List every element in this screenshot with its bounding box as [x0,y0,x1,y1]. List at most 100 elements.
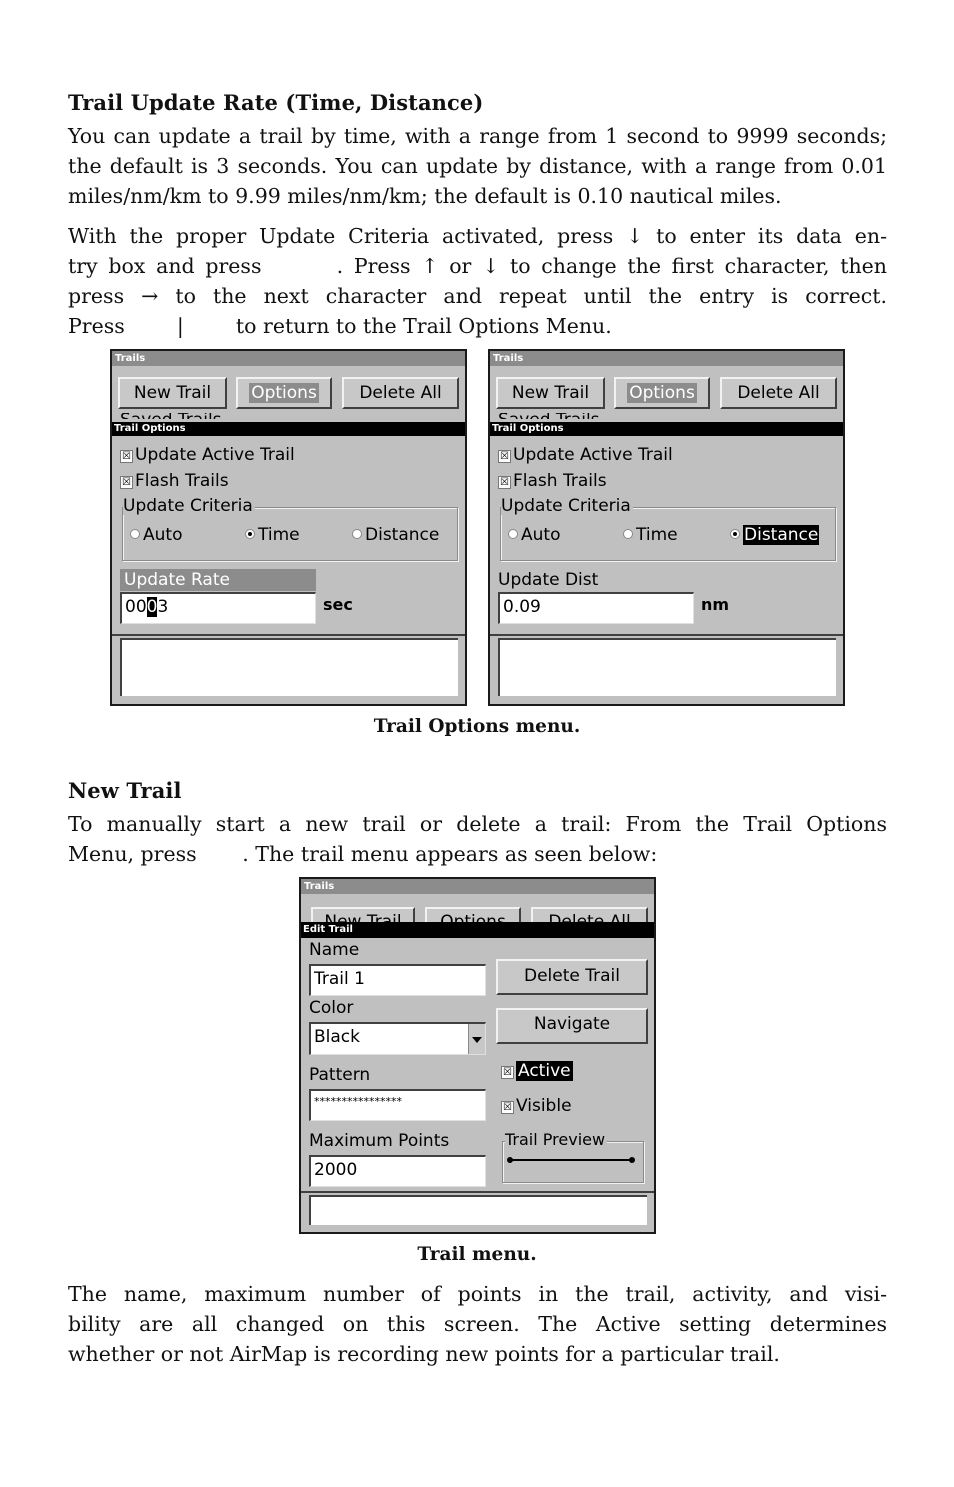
paragraph-new-trail: To manually start a new trail or delete … [68,809,887,869]
radio-time[interactable]: Time [245,525,300,545]
radio-label: Time [636,525,678,545]
radio-label: Auto [521,525,561,545]
paragraph-line: bility are all changed on this screen. T… [68,1312,887,1336]
update-criteria-label: Update Criteria [123,496,255,516]
divider [112,634,465,636]
radio-label: Distance [743,525,820,545]
saved-trails-label-partial: Saved Trails [120,413,320,419]
trail-preview-line-icon [507,1157,635,1163]
pattern-input[interactable]: **************** [309,1089,486,1121]
radio-label: Auto [143,525,183,545]
radio-unselected-icon [623,529,633,539]
radio-time[interactable]: Time [623,525,678,545]
update-dist-input[interactable]: 0.09 [498,592,694,624]
color-label: Color [309,998,354,1018]
radio-distance[interactable]: Distance [352,525,439,545]
paragraph-line: Menu, press . The trail menu appears as … [68,842,658,866]
color-select-value: Black [314,1027,360,1047]
checkbox-visible[interactable]: ☒ Visible [501,1096,572,1116]
window-title: Trails [301,879,654,894]
checkbox-checked-icon: ☒ [120,450,133,463]
trail-options-screen-distance: Trails New Trail Options Delete All Save… [488,349,845,706]
checkbox-update-active-trail[interactable]: ☒ Update Active Trail [498,445,673,465]
pattern-label: Pattern [309,1065,371,1085]
radio-label: Distance [365,525,440,545]
unit-label: nm [701,595,730,614]
options-button-label: Options [627,383,697,403]
checkbox-checked-icon: ☒ [501,1101,514,1114]
checkbox-checked-icon: ☒ [498,450,511,463]
radio-selected-icon [245,529,255,539]
checkbox-label: Active [516,1061,573,1081]
options-button[interactable]: Options [614,377,710,409]
trail-preview-label: Trail Preview [505,1130,608,1149]
edit-cursor: 0 [146,597,158,617]
paragraph-line: The name, maximum number of points in th… [68,1282,887,1306]
update-dist-label: Update Dist [498,570,599,590]
submenu-title: Trail Options [112,422,465,436]
navigate-button[interactable]: Navigate [496,1008,648,1044]
divider [301,1191,654,1193]
paragraph-line: You can update a trail by time, with a r… [68,124,887,148]
color-select[interactable]: Black [309,1022,486,1055]
trail-options-screen-time: Trails New Trail Options Delete All Save… [110,349,467,706]
delete-trail-button[interactable]: Delete Trail [496,959,648,995]
name-input[interactable]: Trail 1 [309,964,486,996]
radio-unselected-icon [508,529,518,539]
figure-caption-trail-options: Trail Options menu. [373,716,581,737]
edit-trail-screen: Trails New Trail Options Delete All Edit… [299,877,656,1234]
figure-caption-trail-menu: Trail menu. [417,1244,537,1265]
options-button[interactable]: Options [236,377,332,409]
paragraph-line: To manually start a new trail or delete … [68,812,887,836]
max-points-label: Maximum Points [309,1131,450,1151]
checkbox-checked-icon: ☒ [498,476,511,489]
unit-label: sec [323,595,353,614]
update-rate-label: Update Rate [120,569,316,591]
paragraph-line: Press | to return to the Trail Options M… [68,314,612,338]
radio-unselected-icon [352,529,362,539]
message-area [498,638,836,696]
paragraph-line: the default is 3 seconds. You can update… [68,154,887,178]
checkbox-flash-trails[interactable]: ☒ Flash Trails [120,471,229,491]
submenu-title: Edit Trail [301,922,654,938]
radio-distance[interactable]: Distance [730,525,820,545]
checkbox-label: Update Active Trail [135,445,295,465]
update-rate-input[interactable]: 0003 [120,592,316,624]
new-trail-button[interactable]: New Trail [496,377,605,409]
paragraph-line: whether or not AirMap is recording new p… [68,1342,780,1366]
update-criteria-label: Update Criteria [501,496,633,516]
paragraph-line: With the proper Update Criteria activate… [68,224,887,248]
paragraph-trail-menu-description: The name, maximum number of points in th… [68,1279,887,1369]
paragraph-line: miles/nm/km to 9.99 miles/nm/km; the def… [68,184,782,208]
radio-auto[interactable]: Auto [508,525,560,545]
chevron-down-icon[interactable] [468,1024,485,1054]
radio-auto[interactable]: Auto [130,525,182,545]
radio-selected-icon [730,529,740,539]
options-button-label: Options [249,383,319,403]
checkbox-checked-icon: ☒ [501,1066,514,1079]
submenu-title: Trail Options [490,422,843,436]
section-heading-new-trail: New Trail [68,778,182,803]
input-text: 3 [157,597,169,617]
radio-label: Time [258,525,300,545]
section-heading-update-rate: Trail Update Rate (Time, Distance) [68,90,484,115]
checkbox-label: Flash Trails [513,471,607,491]
window-title: Trails [490,351,843,366]
message-area [309,1195,647,1225]
delete-all-button[interactable]: Delete All [342,377,459,409]
paragraph-line: press → to the next character and repeat… [68,284,887,308]
max-points-input[interactable]: 2000 [309,1155,486,1187]
checkbox-checked-icon: ☒ [120,476,133,489]
divider [490,634,843,636]
delete-all-button[interactable]: Delete All [720,377,837,409]
checkbox-update-active-trail[interactable]: ☒ Update Active Trail [120,445,295,465]
paragraph-line: try box and press . Press ↑ or ↓ to chan… [68,254,887,278]
name-label: Name [309,940,360,960]
checkbox-active[interactable]: ☒ Active [501,1061,573,1081]
checkbox-flash-trails[interactable]: ☒ Flash Trails [498,471,607,491]
window-title: Trails [112,351,465,366]
radio-unselected-icon [130,529,140,539]
paragraph-update-rate-range: You can update a trail by time, with a r… [68,121,887,211]
new-trail-button[interactable]: New Trail [118,377,227,409]
input-text: 00 [125,597,147,617]
